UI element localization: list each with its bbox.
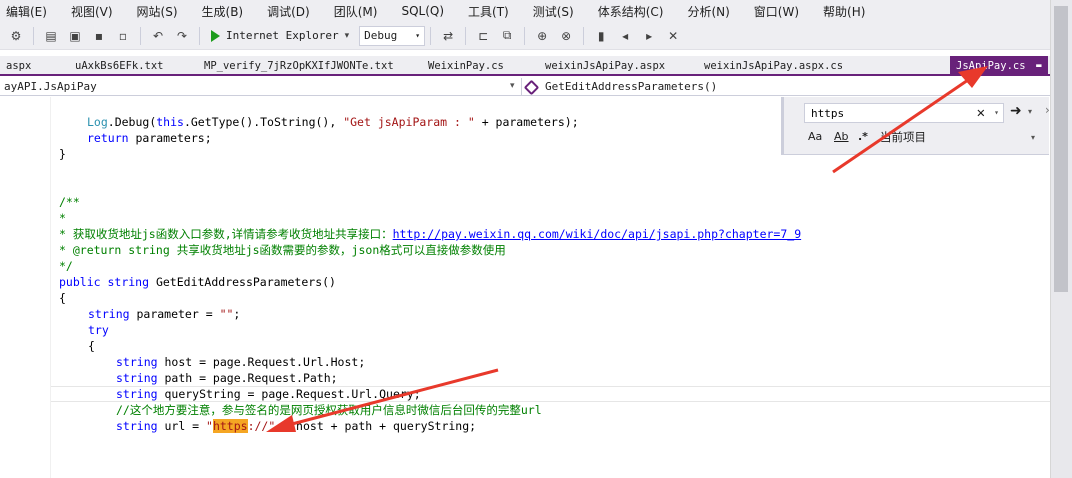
find-widget: https ✕ ▾ ➜ ▾ › Aa Ab .* 当前项目 ▾ [781, 97, 1050, 155]
code-line: } [59, 147, 66, 161]
play-icon [211, 29, 220, 42]
code-line: string path = page.Request.Path; [116, 371, 338, 385]
search-scope-select[interactable]: 当前项目 [880, 129, 926, 145]
new-project-icon[interactable]: ▤ [43, 28, 59, 44]
next-bookmark-icon[interactable]: ▸ [641, 28, 657, 44]
code-line: */ [59, 259, 73, 273]
menu-build[interactable]: 生成(B) [202, 3, 244, 20]
undo-icon[interactable]: ↶ [150, 28, 166, 44]
gear-icon[interactable]: ⚙ [8, 28, 24, 44]
menu-view[interactable]: 视图(V) [71, 3, 113, 20]
regex-toggle[interactable]: .* [858, 130, 868, 143]
scrollbar-thumb[interactable] [1054, 6, 1068, 292]
chevron-down-icon[interactable]: ▾ [1028, 107, 1032, 116]
toolbar-separator [524, 26, 526, 45]
code-line: string queryString = page.Request.Url.Qu… [116, 387, 421, 401]
menu-bar: 编辑(E) 视图(V) 网站(S) 生成(B) 调试(D) 团队(M) SQL(… [0, 0, 1050, 22]
configuration-value: Debug [364, 29, 398, 42]
toolbar-separator [199, 26, 200, 45]
toolbar-separator [140, 26, 141, 45]
save-icon[interactable]: ▪ [91, 28, 107, 44]
toolbar-separator [33, 26, 34, 45]
toolbar: ⚙ ▤ ▣ ▪ ▫ ↶ ↷ Internet Explorer ▾ Debug … [0, 22, 1050, 50]
chevron-down-icon[interactable]: ▾ [510, 81, 515, 91]
code-line: public string GetEditAddressParameters() [59, 275, 336, 289]
menu-help[interactable]: 帮助(H) [823, 3, 865, 20]
bookmark-icon[interactable]: ▮ [593, 28, 609, 44]
tab-weixinjsapipay-aspx-cs[interactable]: weixinJsApiPay.aspx.cs [704, 56, 843, 76]
menu-sql[interactable]: SQL(Q) [401, 4, 444, 18]
redo-icon[interactable]: ↷ [174, 28, 190, 44]
run-target-label: Internet Explorer [226, 29, 339, 42]
vertical-scrollbar[interactable] [1050, 0, 1072, 478]
menu-architecture[interactable]: 体系结构(C) [598, 3, 664, 20]
chevron-down-icon: ▾ [415, 31, 421, 40]
step-icon[interactable]: ⊏ [475, 28, 491, 44]
code-line: string host = page.Request.Url.Host; [116, 355, 366, 369]
pin-icon[interactable]: ▬ [1036, 56, 1041, 76]
uncomment-icon[interactable]: ⊗ [558, 28, 574, 44]
code-line: Log.Debug(this.GetType().ToString(), "Ge… [87, 115, 579, 129]
menu-tools[interactable]: 工具(T) [468, 3, 509, 20]
copy-icon[interactable]: ⧉ [499, 28, 515, 44]
open-file-icon[interactable]: ▣ [67, 28, 83, 44]
code-line: try [88, 323, 109, 337]
navigation-bar: ayAPI.JsApiPay ▾ GetEditAddressParameter… [0, 78, 1050, 96]
tab-weixinjsapipay-aspx[interactable]: weixinJsApiPay.aspx [545, 56, 665, 76]
code-line: /** [59, 195, 80, 209]
arrow-right-icon[interactable]: ➜ [1010, 103, 1022, 119]
tab-jsapipay-label: JsApiPay.cs [956, 60, 1026, 72]
menu-team[interactable]: 团队(M) [334, 3, 378, 20]
menu-debug[interactable]: 调试(D) [267, 3, 310, 20]
whole-word-toggle[interactable]: Ab [834, 130, 849, 143]
doc-link[interactable]: http://pay.weixin.qq.com/wiki/doc/api/js… [393, 227, 802, 241]
chevron-down-icon[interactable]: ▾ [994, 104, 999, 122]
configuration-select[interactable]: Debug ▾ [359, 25, 426, 46]
find-query: https [811, 106, 845, 120]
nav-divider [521, 78, 522, 96]
type-dropdown[interactable]: ayAPI.JsApiPay [4, 78, 97, 96]
menu-analyze[interactable]: 分析(N) [687, 3, 729, 20]
tab-mp-verify[interactable]: MP_verify_7jRzOpKXIfJWONTe.txt [204, 56, 394, 76]
toolbar-separator [430, 26, 432, 45]
menu-website[interactable]: 网站(S) [137, 3, 178, 20]
menu-test[interactable]: 测试(S) [533, 3, 574, 20]
editor-gutter [0, 97, 50, 478]
code-line: * [59, 211, 66, 225]
tab-jsapipay-cs[interactable]: JsApiPay.cs ▬ [950, 56, 1048, 76]
member-dropdown[interactable]: GetEditAddressParameters() [523, 78, 718, 96]
code-line: { [59, 291, 66, 305]
search-match-highlight: https [212, 419, 248, 433]
match-case-toggle[interactable]: Aa [808, 130, 822, 143]
tab-uaxkbs6efk[interactable]: uAxkBs6EFk.txt [75, 56, 164, 76]
method-icon [523, 79, 540, 95]
code-line: //这个地方要注意，参与签名的是网页授权获取用户信息时微信后台回传的完整url [116, 403, 542, 417]
document-tabs: aspx uAxkBs6EFk.txt MP_verify_7jRzOpKXIf… [0, 56, 1050, 76]
tab-aspx[interactable]: aspx [6, 56, 31, 76]
browser-link-icon[interactable]: ⇄ [440, 28, 456, 44]
clear-bookmarks-icon[interactable]: ✕ [665, 28, 681, 44]
chevron-down-icon[interactable]: ▾ [1031, 133, 1035, 142]
toolbar-separator [583, 26, 585, 45]
chevron-down-icon[interactable]: ▾ [345, 31, 350, 41]
code-line: string parameter = ""; [88, 307, 241, 321]
editor-margin [50, 97, 51, 478]
find-input[interactable]: https ✕ ▾ [804, 103, 1004, 123]
comment-icon[interactable]: ⊕ [534, 28, 550, 44]
prev-bookmark-icon[interactable]: ◂ [617, 28, 633, 44]
save-all-icon[interactable]: ▫ [115, 28, 131, 44]
tab-weixinpay[interactable]: WeixinPay.cs [428, 56, 504, 76]
code-line: * 获取收货地址js函数入口参数,详情请参考收货地址共享接口：http://pa… [59, 227, 802, 241]
menu-edit[interactable]: 编辑(E) [6, 3, 47, 20]
start-debug-button[interactable]: Internet Explorer ▾ [211, 29, 349, 42]
toolbar-separator [465, 26, 467, 45]
member-label: GetEditAddressParameters() [545, 80, 718, 93]
menu-window[interactable]: 窗口(W) [754, 3, 799, 20]
code-line: { [88, 339, 95, 353]
code-line: * @return string 共享收货地址js函数需要的参数，json格式可… [59, 243, 506, 257]
close-icon[interactable]: ✕ [977, 104, 985, 122]
code-line: string url = "https://" + host + path + … [116, 419, 477, 433]
code-line: return parameters; [87, 131, 212, 145]
